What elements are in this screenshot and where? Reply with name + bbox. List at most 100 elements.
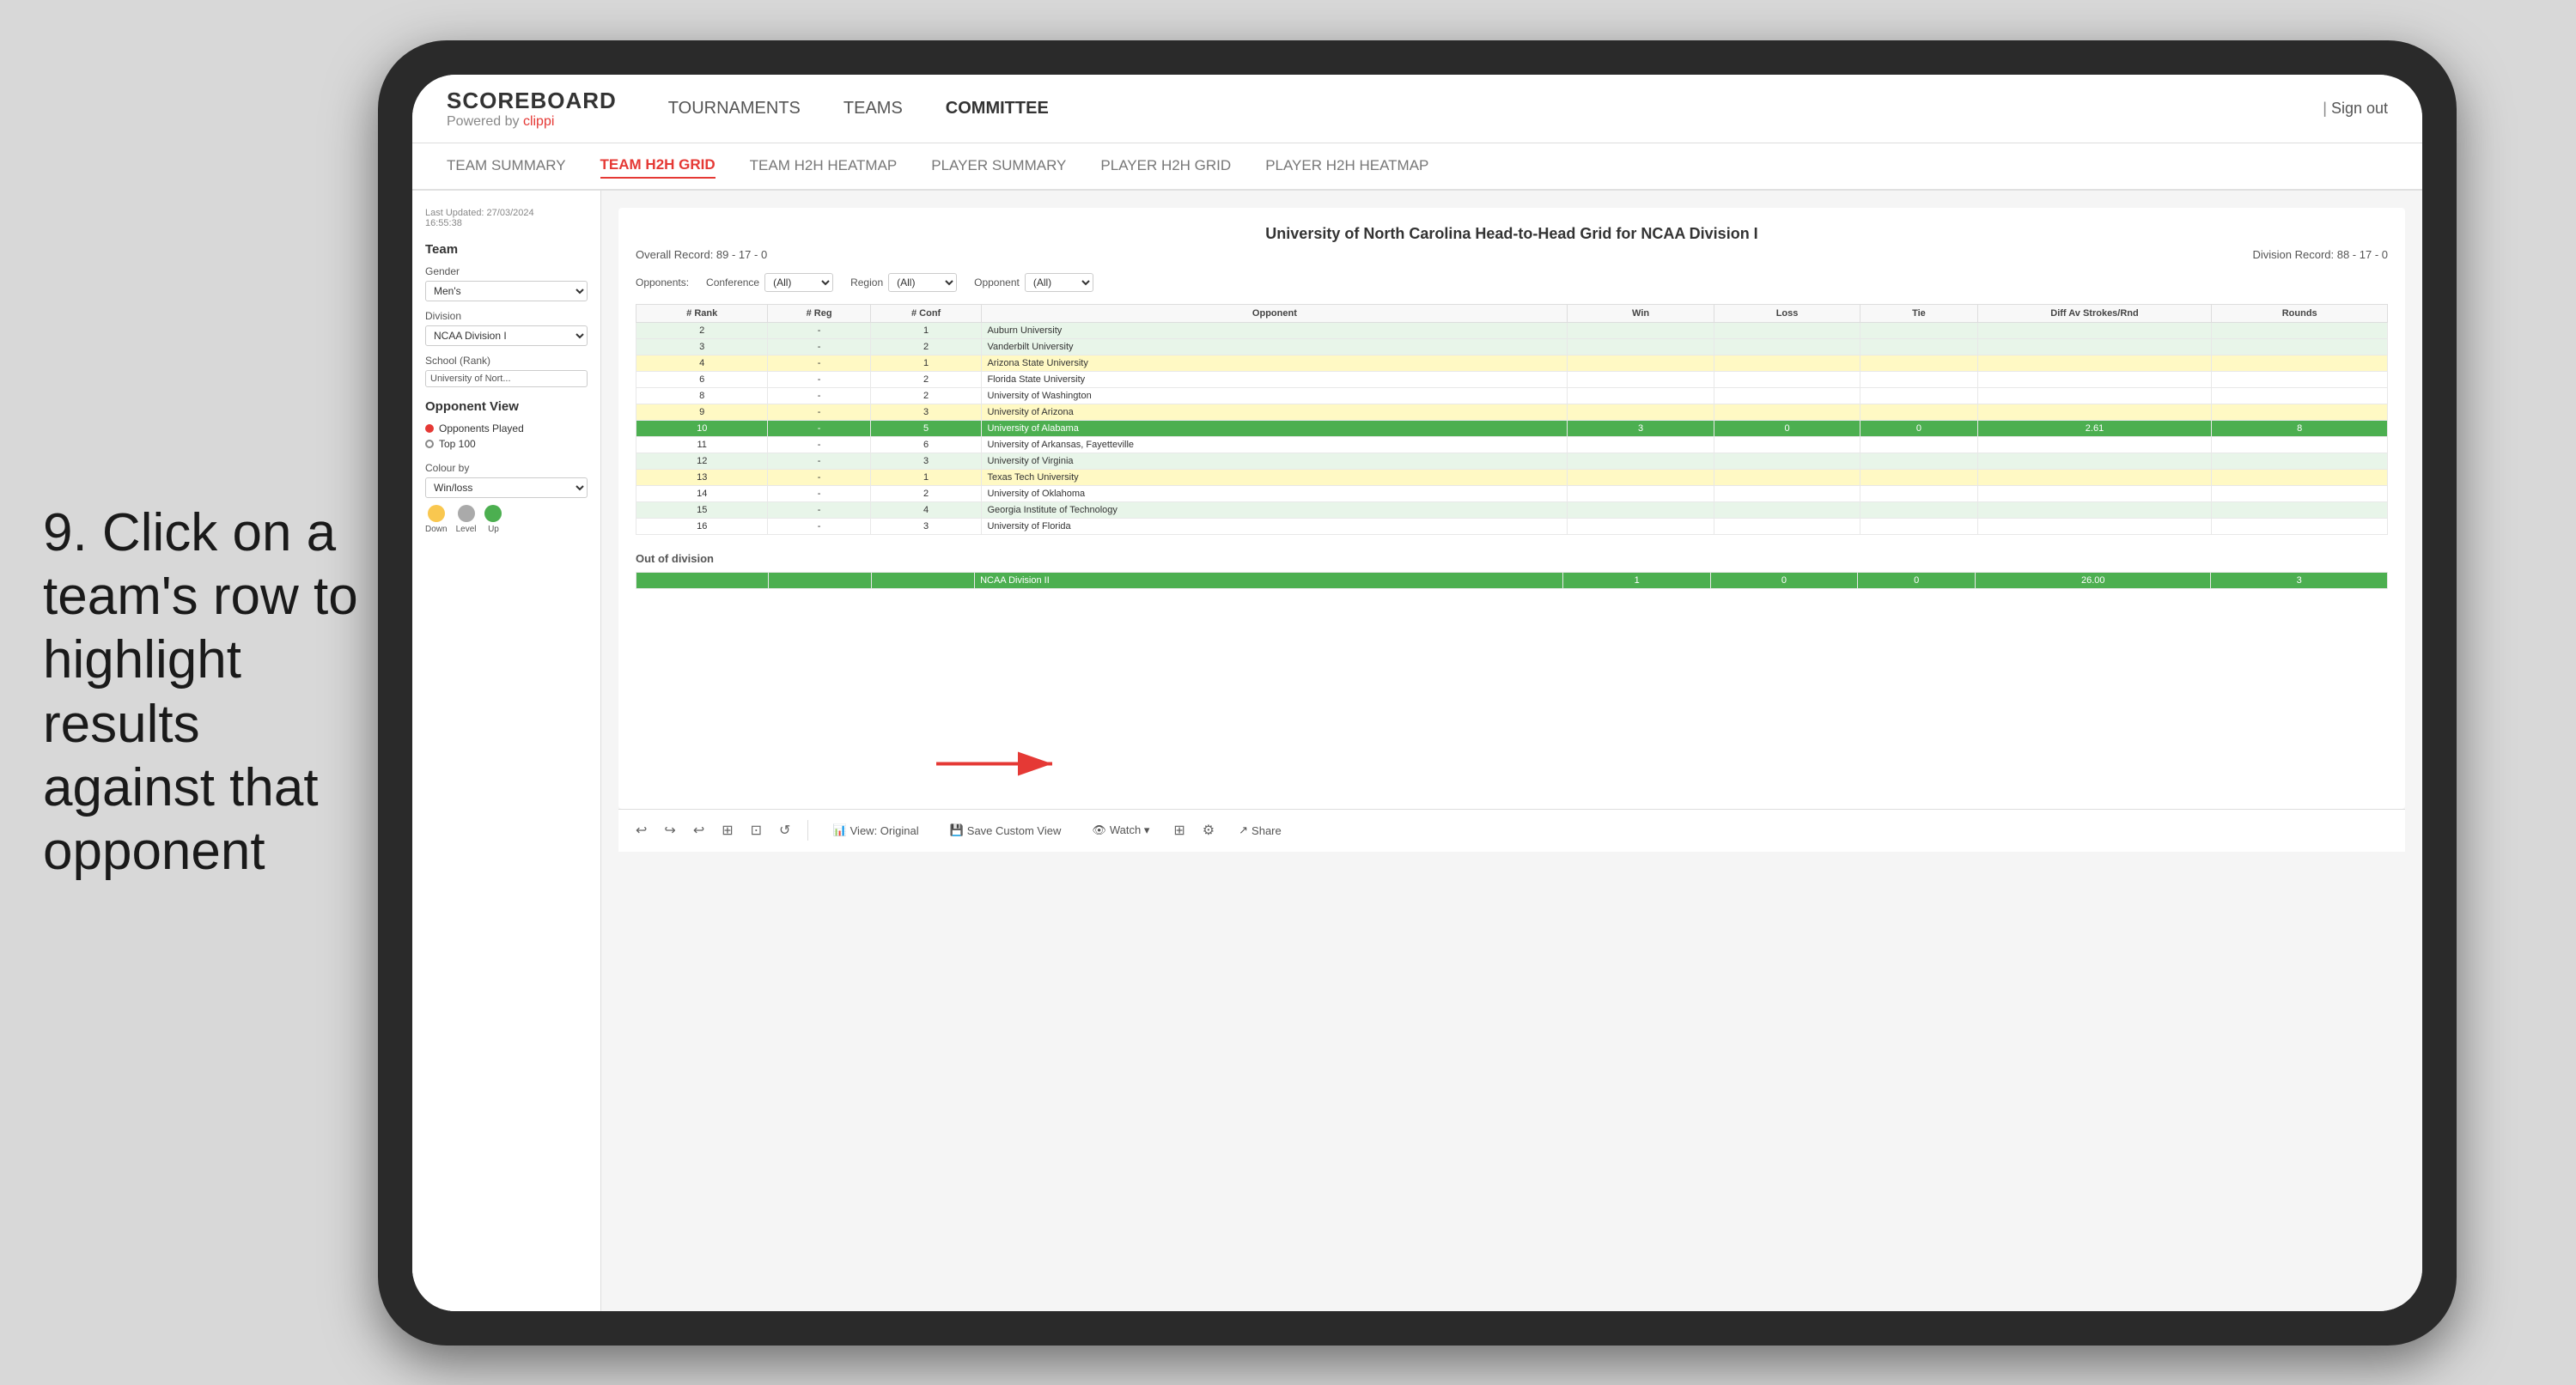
cell-loss (1714, 436, 1860, 453)
out-of-division-title: Out of division (636, 552, 2388, 565)
cell-conf: 2 (870, 387, 982, 404)
sidebar-timestamp: Last Updated: 27/03/2024 16:55:38 (425, 208, 588, 228)
cell-rounds (2212, 518, 2388, 534)
redo2-btn[interactable]: ↩ (693, 822, 704, 839)
radio-top100[interactable]: Top 100 (425, 438, 588, 450)
conference-select[interactable]: (All) (764, 273, 833, 292)
table-row[interactable]: 9 - 3 University of Arizona (636, 404, 2388, 420)
cell-conf: 3 (870, 453, 982, 469)
table-row[interactable]: 6 - 2 Florida State University (636, 371, 2388, 387)
cell-tie (1860, 387, 1977, 404)
cell-diff (1977, 322, 2212, 338)
colour-by-select[interactable]: Win/loss (425, 477, 588, 498)
cell-tie (1860, 501, 1977, 518)
cell-diff (1977, 501, 2212, 518)
grid-title: University of North Carolina Head-to-Hea… (636, 225, 2388, 243)
redo-btn[interactable]: ↪ (664, 822, 675, 839)
cell-opponent: University of Arkansas, Fayetteville (982, 436, 1568, 453)
tab-player-h2h-grid[interactable]: PLAYER H2H GRID (1100, 154, 1231, 178)
out-tie: 0 (1858, 572, 1976, 588)
tab-team-h2h-heatmap[interactable]: TEAM H2H HEATMAP (750, 154, 898, 178)
cell-rounds (2212, 501, 2388, 518)
table-row[interactable]: 8 - 2 University of Washington (636, 387, 2388, 404)
undo-btn[interactable]: ↩ (636, 822, 647, 839)
save-custom-btn[interactable]: 💾 Save Custom View (943, 820, 1069, 841)
cell-rounds (2212, 436, 2388, 453)
sidebar-gender-select[interactable]: Men's (425, 281, 588, 301)
radio-dot-top100 (425, 440, 434, 448)
cell-opponent: Florida State University (982, 371, 1568, 387)
cell-win (1568, 469, 1714, 485)
colour-by-label: Colour by (425, 462, 588, 474)
legend-down: Down (425, 505, 448, 534)
cell-win (1568, 453, 1714, 469)
table-row[interactable]: 12 - 3 University of Virginia (636, 453, 2388, 469)
table-row[interactable]: 16 - 3 University of Florida (636, 518, 2388, 534)
cell-tie (1860, 485, 1977, 501)
table-row[interactable]: 3 - 2 Vanderbilt University (636, 338, 2388, 355)
view-original-btn[interactable]: 📊 View: Original (825, 820, 925, 841)
share-btn[interactable]: ↗ Share (1232, 820, 1288, 841)
table-row[interactable]: 2 - 1 Auburn University (636, 322, 2388, 338)
cell-win: 3 (1568, 420, 1714, 436)
cell-conf: 1 (870, 322, 982, 338)
cell-rank: 12 (636, 453, 768, 469)
cell-loss: 0 (1714, 420, 1860, 436)
tab-team-summary[interactable]: TEAM SUMMARY (447, 154, 566, 178)
watch-btn[interactable]: 👁 Watch ▾ (1085, 820, 1156, 841)
nav-right: | Sign out (2323, 100, 2388, 118)
region-select[interactable]: (All) (888, 273, 957, 292)
table-row[interactable]: 15 - 4 Georgia Institute of Technology (636, 501, 2388, 518)
cell-reg: - (768, 387, 870, 404)
tab-player-summary[interactable]: PLAYER SUMMARY (931, 154, 1066, 178)
nav-tournaments[interactable]: TOURNAMENTS (668, 92, 801, 125)
cell-win (1568, 322, 1714, 338)
cell-loss (1714, 518, 1860, 534)
overall-record: Overall Record: 89 - 17 - 0 (636, 248, 767, 261)
sidebar-division-select[interactable]: NCAA Division I (425, 325, 588, 346)
out-of-division-row[interactable]: NCAA Division II 1 0 0 26.00 3 (636, 572, 2388, 588)
cell-diff (1977, 371, 2212, 387)
cell-opponent: Auburn University (982, 322, 1568, 338)
cell-diff (1977, 355, 2212, 371)
table-row[interactable]: 4 - 1 Arizona State University (636, 355, 2388, 371)
out-win: 1 (1563, 572, 1710, 588)
col-header-win: Win (1568, 304, 1714, 322)
cell-win (1568, 436, 1714, 453)
cell-diff (1977, 518, 2212, 534)
sign-out-link[interactable]: Sign out (2331, 100, 2388, 117)
settings-btn[interactable]: ⚙ (1203, 822, 1215, 839)
legend-level-circle (458, 505, 475, 522)
nav-teams[interactable]: TEAMS (843, 92, 903, 125)
cell-loss (1714, 404, 1860, 420)
refresh-btn[interactable]: ↺ (779, 822, 790, 839)
legend-level: Level (456, 505, 477, 534)
opponent-select[interactable]: (All) (1025, 273, 1093, 292)
cell-rank: 6 (636, 371, 768, 387)
paste-btn[interactable]: ⊡ (751, 822, 762, 839)
cell-reg: - (768, 436, 870, 453)
cell-conf: 1 (870, 355, 982, 371)
nav-committee[interactable]: COMMITTEE (946, 92, 1049, 125)
cell-rank: 2 (636, 322, 768, 338)
copy-btn[interactable]: ⊞ (722, 822, 733, 839)
radio-opponents-played[interactable]: Opponents Played (425, 422, 588, 434)
cell-win (1568, 338, 1714, 355)
cell-diff (1977, 436, 2212, 453)
cell-opponent: University of Arizona (982, 404, 1568, 420)
table-row[interactable]: 14 - 2 University of Oklahoma (636, 485, 2388, 501)
grid-container: University of North Carolina Head-to-Hea… (618, 208, 2405, 809)
table-row[interactable]: 11 - 6 University of Arkansas, Fayettevi… (636, 436, 2388, 453)
cell-opponent: University of Florida (982, 518, 1568, 534)
table-row[interactable]: 10 - 5 University of Alabama 3 0 0 2.61 … (636, 420, 2388, 436)
table-row[interactable]: 13 - 1 Texas Tech University (636, 469, 2388, 485)
tab-player-h2h-heatmap[interactable]: PLAYER H2H HEATMAP (1265, 154, 1428, 178)
legend-up-circle (484, 505, 502, 522)
cell-tie (1860, 518, 1977, 534)
layout-btn[interactable]: ⊞ (1173, 822, 1184, 839)
tab-team-h2h-grid[interactable]: TEAM H2H GRID (600, 153, 716, 179)
sidebar-school-label: School (Rank) (425, 355, 588, 367)
cell-tie (1860, 355, 1977, 371)
out-rounds: 3 (2211, 572, 2388, 588)
division-record: Division Record: 88 - 17 - 0 (2252, 248, 2388, 261)
